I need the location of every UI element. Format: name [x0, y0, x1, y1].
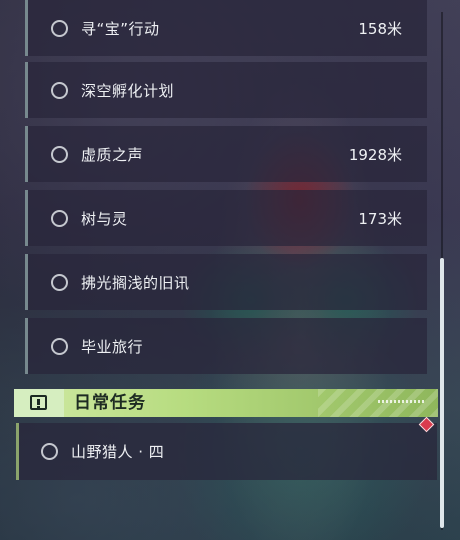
quest-item[interactable]: 树与灵 173米 [25, 190, 427, 246]
quest-status-ring-icon [51, 81, 68, 99]
daily-section-title: 日常任务 [74, 393, 146, 413]
header-deco-text [378, 400, 426, 403]
daily-quest-name: 山野猎人 · 四 [71, 443, 165, 461]
quest-name: 深空孵化计划 [81, 81, 175, 100]
daily-quest-item[interactable]: 山野猎人 · 四 [16, 423, 437, 480]
quest-name: 寻“宝”行动 [81, 19, 160, 38]
quest-status-ring-icon [51, 209, 68, 227]
quest-status-ring-icon [41, 443, 58, 460]
quest-status-ring-icon [51, 19, 68, 37]
quest-status-ring-icon [51, 273, 68, 291]
quest-item[interactable]: 虚质之声 1928米 [25, 126, 427, 182]
header-stripe-decoration [318, 389, 438, 417]
quest-item[interactable]: 拂光搁浅的旧讯 [25, 254, 427, 310]
quest-status-ring-icon [51, 337, 68, 355]
quest-item[interactable]: 深空孵化计划 [25, 62, 427, 118]
scrollbar-thumb[interactable] [440, 258, 444, 528]
quest-status-ring-icon [51, 145, 68, 163]
quest-name: 虚质之声 [81, 145, 144, 164]
quest-item[interactable]: 寻“宝”行动 158米 [25, 0, 427, 56]
quest-distance: 1928米 [348, 145, 402, 164]
quest-name: 毕业旅行 [81, 337, 144, 356]
quest-distance: 173米 [358, 209, 402, 228]
quest-distance: 158米 [358, 19, 402, 38]
alert-icon [30, 395, 47, 410]
quest-item[interactable]: 毕业旅行 [25, 318, 427, 374]
quest-name: 树与灵 [81, 209, 128, 228]
quest-name: 拂光搁浅的旧讯 [81, 273, 190, 292]
